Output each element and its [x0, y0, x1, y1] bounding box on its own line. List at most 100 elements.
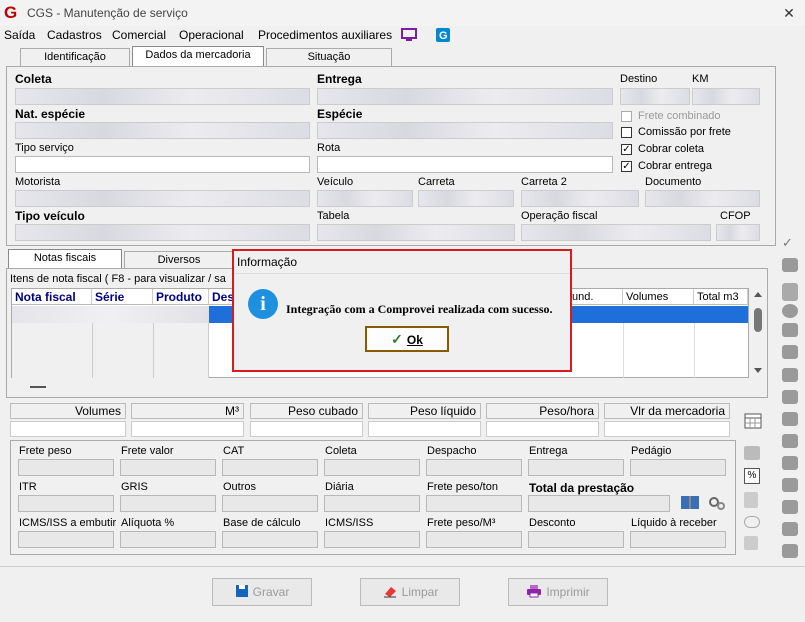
tab-notas-fiscais[interactable]: Notas fiscais [8, 249, 122, 269]
grid-header-nota-fiscal[interactable]: Nota fiscal [12, 289, 92, 305]
carreta-label: Carreta [418, 176, 455, 188]
especie-field[interactable] [317, 122, 613, 139]
base-calculo-field[interactable] [222, 531, 318, 548]
signature-icon[interactable] [782, 434, 798, 448]
cobrar-entrega-checkbox[interactable]: ✓ [621, 161, 632, 172]
icms-iss-embutir-field[interactable] [18, 531, 114, 548]
horizontal-scroll-thumb[interactable] [30, 386, 46, 388]
carreta-field[interactable] [418, 190, 514, 207]
grid-header-produto[interactable]: Produto [153, 289, 209, 305]
bug-icon[interactable] [744, 446, 760, 460]
export-icon[interactable] [782, 345, 798, 359]
app-shortcut-icon[interactable]: G [435, 27, 451, 43]
km-field[interactable] [692, 88, 760, 105]
total-volumes-value [10, 421, 126, 437]
desconto-field[interactable] [528, 531, 624, 548]
circle-icon[interactable] [782, 304, 798, 318]
truck-icon[interactable] [782, 258, 798, 272]
imprimir-button[interactable]: Imprimir [508, 578, 608, 606]
coleta-field[interactable] [15, 88, 310, 105]
entrega-valor-label: Entrega [529, 445, 568, 457]
menu-operacional[interactable]: Operacional [179, 28, 244, 42]
tab-diversos[interactable]: Diversos [124, 251, 234, 269]
window-title: CGS - Manutenção de serviço [27, 6, 188, 20]
veiculo-field[interactable] [317, 190, 413, 207]
frete-peso-field[interactable] [18, 459, 114, 476]
menu-saida[interactable]: Saída [4, 28, 35, 42]
limpar-button[interactable]: Limpar [360, 578, 460, 606]
nat-especie-label: Nat. espécie [15, 107, 86, 121]
table-row[interactable] [12, 306, 209, 323]
gears-icon[interactable] [707, 494, 727, 512]
menu-cadastros[interactable]: Cadastros [47, 28, 102, 42]
frete-peso-ton-field[interactable] [426, 495, 522, 512]
calculator-icon[interactable] [744, 413, 762, 429]
gris-field[interactable] [120, 495, 216, 512]
operacao-fiscal-field[interactable] [521, 224, 711, 241]
grid-header-volumes[interactable]: Volumes [623, 289, 694, 305]
percent-icon[interactable]: % [744, 468, 760, 484]
cargo-icon[interactable] [782, 412, 798, 426]
outros-field[interactable] [222, 495, 318, 512]
frete-combinado-checkbox[interactable] [621, 111, 632, 122]
frete-peso-m3-field[interactable] [426, 531, 522, 548]
close-button[interactable]: ✕ [778, 3, 800, 23]
rota-field[interactable] [317, 156, 613, 173]
package-icon[interactable] [782, 478, 798, 492]
frete-valor-field[interactable] [120, 459, 216, 476]
tipo-servico-field[interactable] [15, 156, 310, 173]
menu-comercial[interactable]: Comercial [112, 28, 166, 42]
ciot-icon[interactable] [782, 283, 798, 301]
delivery-icon[interactable] [782, 390, 798, 404]
comment-icon[interactable] [744, 516, 760, 528]
pedagio-field[interactable] [630, 459, 726, 476]
cat-field[interactable] [222, 459, 318, 476]
liquido-receber-field[interactable] [630, 531, 726, 548]
itr-field[interactable] [18, 495, 114, 512]
cobrar-coleta-checkbox[interactable]: ✓ [621, 144, 632, 155]
destino-field[interactable] [620, 88, 690, 105]
grid-header-serie[interactable]: Série [92, 289, 153, 305]
documento-field[interactable] [645, 190, 760, 207]
tag-icon[interactable] [782, 323, 798, 337]
grid-header-fund[interactable]: fund. [566, 289, 623, 305]
menu-procedimentos-auxiliares[interactable]: Procedimentos auxiliares [258, 28, 392, 42]
folder-icon[interactable] [782, 500, 798, 514]
ok-button[interactable]: ✓ Ok [365, 326, 449, 352]
entrega-valor-field[interactable] [528, 459, 624, 476]
motorista-field[interactable] [15, 190, 310, 207]
pedagio-label: Pedágio [631, 445, 672, 457]
check-icon: ✓ [391, 331, 403, 347]
comissao-por-frete-checkbox[interactable] [621, 127, 632, 138]
entrega-field[interactable] [317, 88, 613, 105]
base-calculo-label: Base de cálculo [223, 517, 301, 529]
checkmark-icon[interactable]: ✓ [782, 236, 796, 249]
grid-header-total-m3[interactable]: Total m3 [694, 289, 748, 305]
carreta2-field[interactable] [521, 190, 639, 207]
copy-icon[interactable] [782, 368, 798, 382]
clipboard-icon[interactable] [782, 522, 798, 536]
nat-especie-field[interactable] [15, 122, 310, 139]
tab-dados-da-mercadoria[interactable]: Dados da mercadoria [132, 46, 264, 66]
tipo-veiculo-label: Tipo veículo [15, 209, 85, 223]
dialog-title: Informação [237, 255, 298, 269]
gravar-button[interactable]: Gravar [212, 578, 312, 606]
edit-icon[interactable] [782, 456, 798, 470]
coleta-valor-field[interactable] [324, 459, 420, 476]
document-icon[interactable] [744, 492, 758, 508]
frete-peso-m3-label: Frete peso/M³ [427, 517, 496, 529]
aliquota-field[interactable] [120, 531, 216, 548]
diaria-field[interactable] [324, 495, 420, 512]
book-icon[interactable] [680, 494, 700, 512]
tipo-veiculo-field[interactable] [15, 224, 310, 241]
icms-iss-field[interactable] [324, 531, 420, 548]
monitor-icon[interactable] [401, 27, 417, 43]
tab-identificacao[interactable]: Identificação [20, 48, 130, 66]
grid-scrollbar[interactable] [751, 290, 765, 376]
tabela-field[interactable] [317, 224, 515, 241]
cfop-field[interactable] [716, 224, 760, 241]
settings-icon[interactable] [782, 544, 798, 558]
file-icon[interactable] [744, 536, 758, 550]
despacho-field[interactable] [426, 459, 522, 476]
tab-situacao[interactable]: Situação [266, 48, 392, 66]
